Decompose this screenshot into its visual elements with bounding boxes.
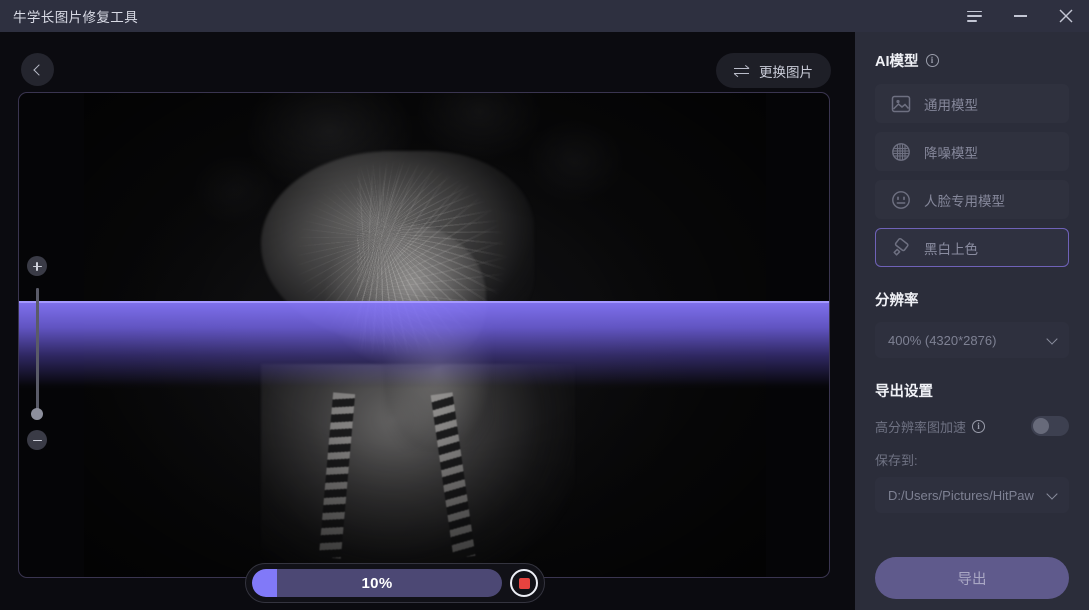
preview-photo bbox=[84, 93, 766, 577]
image-preview[interactable] bbox=[18, 92, 830, 578]
minus-icon bbox=[32, 436, 42, 445]
progress-bar-container: 10% bbox=[245, 563, 545, 603]
plus-icon bbox=[32, 261, 42, 271]
window-controls bbox=[951, 0, 1089, 32]
app-title: 牛学长图片修复工具 bbox=[13, 10, 139, 25]
paint-roller-icon bbox=[890, 237, 912, 259]
export-settings-heading: 导出设置 bbox=[875, 380, 1069, 401]
ai-model-title: AI模型 bbox=[875, 54, 919, 70]
model-item-colorize[interactable]: 黑白上色 bbox=[875, 228, 1069, 267]
model-label: 降噪模型 bbox=[924, 145, 978, 161]
settings-panel: AI模型 i 通用模型 降噪模型 人脸专用模型 黑白上色 分辨率 400% (4… bbox=[855, 32, 1089, 610]
photo-vignette bbox=[84, 93, 766, 577]
model-label: 人脸专用模型 bbox=[924, 193, 1005, 209]
export-settings-title: 导出设置 bbox=[875, 384, 933, 400]
app-window: 牛学长图片修复工具 更换图片 10% AI模型 i 通用模型 降噪模型 人脸专用… bbox=[0, 0, 1089, 610]
progress-bar: 10% bbox=[252, 569, 502, 597]
face-icon bbox=[890, 189, 912, 211]
save-to-select[interactable]: D:/Users/Pictures/HitPaw bbox=[875, 477, 1069, 513]
model-item-face[interactable]: 人脸专用模型 bbox=[875, 180, 1069, 219]
photo-content bbox=[84, 93, 766, 577]
title-bar: 牛学长图片修复工具 bbox=[0, 0, 1089, 32]
swap-arrows-icon bbox=[733, 64, 750, 77]
zoom-slider-fill bbox=[36, 288, 39, 418]
replace-image-label: 更换图片 bbox=[759, 64, 813, 80]
resolution-select[interactable]: 400% (4320*2876) bbox=[875, 322, 1069, 358]
model-item-general[interactable]: 通用模型 bbox=[875, 84, 1069, 123]
minimize-icon bbox=[1013, 15, 1027, 17]
stop-button[interactable] bbox=[510, 569, 538, 597]
menu-button[interactable] bbox=[951, 0, 997, 32]
model-item-denoise[interactable]: 降噪模型 bbox=[875, 132, 1069, 171]
close-icon bbox=[1059, 9, 1073, 23]
resolution-value: 400% (4320*2876) bbox=[888, 332, 997, 348]
chevron-left-icon bbox=[33, 63, 45, 76]
close-button[interactable] bbox=[1043, 0, 1089, 32]
ai-model-heading: AI模型 i bbox=[875, 50, 1069, 71]
canvas-area: 更换图片 10% bbox=[0, 32, 855, 610]
minimize-button[interactable] bbox=[997, 0, 1043, 32]
model-label: 通用模型 bbox=[924, 97, 978, 113]
export-button-label: 导出 bbox=[957, 571, 987, 588]
save-to-label: 保存到: bbox=[875, 453, 918, 468]
zoom-out-button[interactable] bbox=[27, 430, 47, 450]
accelerate-row: 高分辨率图加速 i bbox=[875, 416, 1069, 436]
ai-model-list: 通用模型 降噪模型 人脸专用模型 黑白上色 bbox=[875, 84, 1069, 267]
resolution-title: 分辨率 bbox=[875, 293, 919, 309]
save-to-value: D:/Users/Pictures/HitPaw bbox=[888, 487, 1034, 503]
zoom-in-button[interactable] bbox=[27, 256, 47, 276]
accelerate-label-group: 高分辨率图加速 i bbox=[875, 417, 986, 436]
info-icon[interactable]: i bbox=[925, 54, 939, 67]
picture-icon bbox=[890, 93, 912, 115]
accelerate-label: 高分辨率图加速 bbox=[875, 419, 967, 435]
zoom-slider-track[interactable] bbox=[36, 288, 39, 418]
chevron-down-icon bbox=[1046, 332, 1058, 345]
zoom-slider-control[interactable] bbox=[27, 256, 47, 450]
progress-percent-label: 10% bbox=[361, 574, 393, 592]
back-button[interactable] bbox=[21, 53, 54, 86]
resolution-heading: 分辨率 bbox=[875, 289, 1069, 310]
info-icon[interactable]: i bbox=[972, 419, 986, 433]
scan-line bbox=[19, 301, 829, 303]
stop-square-icon bbox=[518, 577, 530, 589]
chevron-down-icon bbox=[1046, 487, 1058, 500]
progress-bar-fill bbox=[252, 569, 277, 597]
hamburger-icon bbox=[966, 10, 982, 22]
export-button[interactable]: 导出 bbox=[875, 557, 1069, 599]
accelerate-toggle[interactable] bbox=[1031, 416, 1069, 436]
zoom-slider-handle[interactable] bbox=[31, 408, 43, 420]
model-label: 黑白上色 bbox=[924, 241, 978, 257]
toggle-knob bbox=[1033, 418, 1049, 434]
denoise-mesh-icon bbox=[890, 141, 912, 163]
replace-image-button[interactable]: 更换图片 bbox=[716, 53, 831, 88]
